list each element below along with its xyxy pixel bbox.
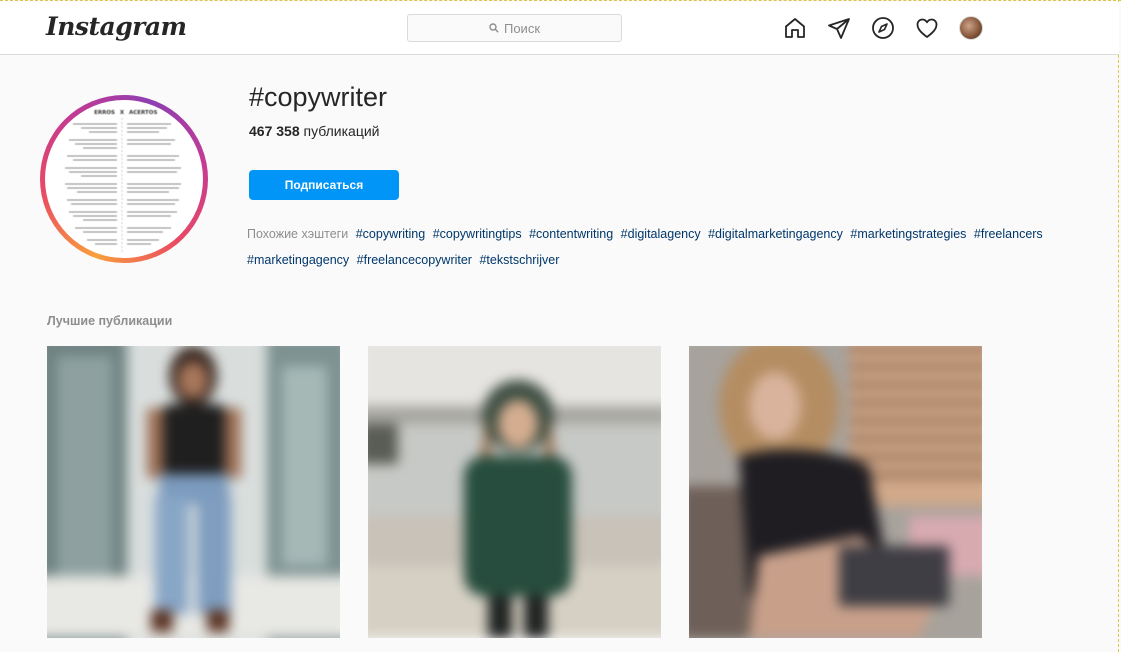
- related-hashtag-link[interactable]: #freelancers: [974, 227, 1043, 241]
- frame-right-border: [1118, 0, 1119, 652]
- post-thumbnail[interactable]: [689, 346, 982, 638]
- hashtag-avatar: ERROS X ACERTOS: [40, 95, 208, 263]
- avatar-col-left: ERROS: [94, 110, 115, 116]
- top-posts-title: Лучшие публикации: [47, 314, 173, 328]
- related-hashtag-link[interactable]: #tekstschrijver: [479, 253, 559, 267]
- related-hashtag-link[interactable]: #marketingstrategies: [850, 227, 966, 241]
- explore-icon[interactable]: [871, 16, 895, 40]
- avatar-col-x: X: [120, 110, 125, 116]
- post-thumbnail[interactable]: [368, 346, 661, 638]
- related-hashtag-link[interactable]: #digitalagency: [621, 227, 701, 241]
- related-hashtag-link[interactable]: #copywritingtips: [433, 227, 522, 241]
- instagram-logo[interactable]: Instagram: [46, 12, 187, 41]
- posts-count: 467 358 публикаций: [249, 123, 380, 139]
- activity-icon[interactable]: [915, 16, 939, 40]
- posts-count-label: публикаций: [303, 123, 380, 139]
- direct-icon[interactable]: [827, 16, 851, 40]
- related-hashtag-link[interactable]: #marketingagency: [247, 253, 349, 267]
- follow-button[interactable]: Подписаться: [249, 170, 399, 200]
- related-hashtag-link[interactable]: #copywriting: [356, 227, 425, 241]
- related-hashtag-link[interactable]: #contentwriting: [529, 227, 613, 241]
- top-navbar: Instagram Поиск: [0, 2, 1119, 55]
- related-hashtag-link[interactable]: #digitalmarketingagency: [708, 227, 843, 241]
- frame-top-border: [0, 0, 1121, 1]
- post-thumbnail[interactable]: [47, 346, 340, 638]
- profile-avatar[interactable]: [959, 16, 983, 40]
- hashtag-title: #copywriter: [249, 82, 388, 112]
- home-icon[interactable]: [783, 16, 807, 40]
- related-hashtags: Похожие хэштеги #copywriting #copywritin…: [247, 221, 1107, 273]
- related-hashtag-link[interactable]: #freelancecopywriter: [357, 253, 472, 267]
- posts-count-value: 467 358: [249, 123, 300, 139]
- nav-icons: [783, 16, 983, 40]
- search-placeholder: Поиск: [503, 20, 541, 36]
- search-input[interactable]: Поиск: [407, 14, 622, 42]
- search-icon: [489, 23, 499, 33]
- hashtag-avatar-image: ERROS X ACERTOS: [45, 100, 203, 258]
- related-hashtags-label: Похожие хэштеги: [247, 227, 349, 241]
- avatar-col-right: ACERTOS: [129, 110, 157, 116]
